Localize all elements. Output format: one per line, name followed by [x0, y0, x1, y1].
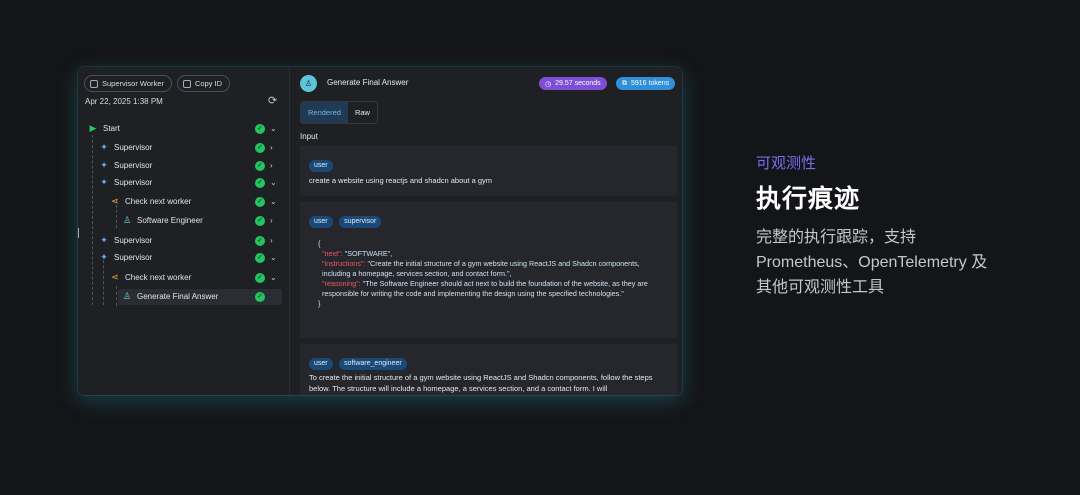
role-chip: user [309, 216, 333, 228]
branch-icon: ⋖ [111, 196, 119, 206]
chevron-icon[interactable]: ⌄ [270, 197, 277, 206]
tree-node-label: Supervisor [114, 143, 153, 152]
success-check-icon: ✓ [255, 143, 265, 153]
copy-id-button[interactable]: Copy ID [176, 75, 231, 92]
chevron-icon[interactable]: › [270, 143, 273, 152]
tree-node-label: Start [103, 124, 120, 133]
copy-id-label: Copy ID [194, 79, 223, 88]
feature-headline: 执行痕迹 [756, 185, 861, 213]
trace-sidebar: Supervisor Worker Copy ID Apr 22, 2025 1… [78, 67, 290, 395]
chevron-icon[interactable]: ⌄ [270, 124, 277, 133]
tokens-value: 5916 tokens [631, 80, 670, 87]
json-key: "reasoning": [322, 279, 363, 288]
success-check-icon: ✓ [255, 124, 265, 134]
tree-node-start[interactable]: ▶ Start [87, 120, 120, 137]
role-chip: user [309, 160, 333, 172]
tree-node-label: Software Engineer [137, 216, 203, 225]
success-check-icon: ✓ [255, 197, 265, 207]
supervisor-worker-label: Supervisor Worker [102, 79, 164, 88]
text-cursor [78, 228, 79, 238]
tree-node-label: Check next worker [125, 273, 192, 282]
sparkle-icon: ✦ [100, 252, 108, 262]
feature-description: 完整的执行跟踪，支持 Prometheus、OpenTelemetry 及其他可… [756, 229, 988, 296]
message-text: To create the initial structure of a gym… [309, 373, 653, 393]
tree-node-generate-final-answer[interactable]: ♙ Generate Final Answer [121, 288, 218, 305]
success-check-icon: ✓ [255, 236, 265, 246]
node-detail-panel: ♙ Generate Final Answer ◷ 29.57 seconds … [290, 67, 682, 395]
latency-badge: ◷ 29.57 seconds [539, 77, 607, 90]
success-check-icon: ✓ [255, 178, 265, 188]
success-check-icon: ✓ [255, 273, 265, 283]
role-chip: supervisor [339, 216, 382, 228]
external-link-icon [90, 79, 98, 88]
json-key: "instructions": [322, 259, 368, 268]
chevron-icon[interactable]: ⌄ [270, 253, 277, 262]
trace-timestamp: Apr 22, 2025 1:38 PM [85, 97, 163, 106]
json-brace: } [318, 299, 321, 308]
robot-icon: ♙ [122, 291, 132, 301]
play-icon: ▶ [89, 123, 97, 133]
json-key: "next": [322, 249, 345, 258]
tokens-badge: ⧉ 5916 tokens [616, 77, 676, 90]
message-card: user supervisor { "next": "SOFTWARE", "i… [300, 202, 677, 338]
chevron-icon[interactable]: › [270, 161, 273, 170]
tree-node-supervisor[interactable]: ✦ Supervisor [98, 249, 152, 266]
tree-node-label: Supervisor [114, 236, 153, 245]
json-value: "SOFTWARE", [344, 249, 393, 258]
node-title: Generate Final Answer [327, 78, 409, 87]
tree-node-label: Supervisor [114, 161, 153, 170]
tree-node-supervisor[interactable]: ✦ Supervisor [98, 232, 152, 249]
clock-icon: ◷ [545, 80, 552, 88]
token-icon: ⧉ [622, 79, 627, 87]
latency-value: 29.57 seconds [555, 80, 601, 87]
robot-icon: ♙ [122, 215, 132, 225]
branch-icon: ⋖ [111, 272, 119, 282]
tree-node-supervisor[interactable]: ✦ Supervisor [98, 174, 152, 191]
supervisor-worker-button[interactable]: Supervisor Worker [84, 75, 172, 92]
sparkle-icon: ✦ [100, 142, 108, 152]
tree-node-label: Generate Final Answer [137, 292, 219, 301]
feature-subtitle: 可观测性 [756, 155, 817, 172]
success-check-icon: ✓ [255, 216, 265, 226]
message-text: create a website using reactjs and shadc… [309, 176, 493, 185]
refresh-icon[interactable]: ⟳ [268, 94, 277, 107]
success-check-icon: ✓ [255, 253, 265, 263]
tree-node-supervisor[interactable]: ✦ Supervisor [98, 139, 152, 156]
tree-node-label: Check next worker [125, 197, 192, 206]
sparkle-icon: ✦ [100, 160, 108, 170]
success-check-icon: ✓ [255, 161, 265, 171]
role-chip: user [309, 358, 333, 370]
tree-node-supervisor[interactable]: ✦ Supervisor [98, 157, 152, 174]
chevron-icon[interactable]: › [270, 216, 273, 225]
tree-node-check-next-worker[interactable]: ⋖ Check next worker [109, 269, 191, 286]
tree-node-label: Supervisor [114, 178, 153, 187]
role-chip: software_engineer [339, 358, 407, 370]
json-output: { "next": "SOFTWARE", "instructions": "C… [318, 239, 668, 309]
tree-node-software-engineer[interactable]: ♙ Software Engineer [121, 212, 203, 229]
tab-raw[interactable]: Raw [348, 102, 377, 123]
sparkle-icon: ✦ [100, 235, 108, 245]
input-section-label: Input [300, 132, 318, 141]
view-tabs: Rendered Raw [300, 101, 378, 124]
message-card: user create a website using reactjs and … [300, 146, 677, 196]
tab-rendered[interactable]: Rendered [301, 102, 348, 123]
tree-node-check-next-worker[interactable]: ⋖ Check next worker [109, 193, 191, 210]
copy-icon [182, 79, 191, 88]
trace-viewer-window: Supervisor Worker Copy ID Apr 22, 2025 1… [78, 67, 682, 395]
chevron-icon[interactable]: › [270, 236, 273, 245]
chevron-icon[interactable]: ⌄ [270, 273, 277, 282]
message-card: user software_engineer To create the ini… [300, 344, 677, 395]
json-brace: { [318, 239, 321, 248]
sparkle-icon: ✦ [100, 177, 108, 187]
tree-node-label: Supervisor [114, 253, 153, 262]
robot-icon: ♙ [300, 75, 317, 92]
success-check-icon: ✓ [255, 292, 265, 302]
json-value: "The Software Engineer should act next t… [322, 279, 648, 298]
chevron-icon[interactable]: ⌄ [270, 178, 277, 187]
json-value: "Create the initial structure of a gym w… [322, 259, 640, 278]
